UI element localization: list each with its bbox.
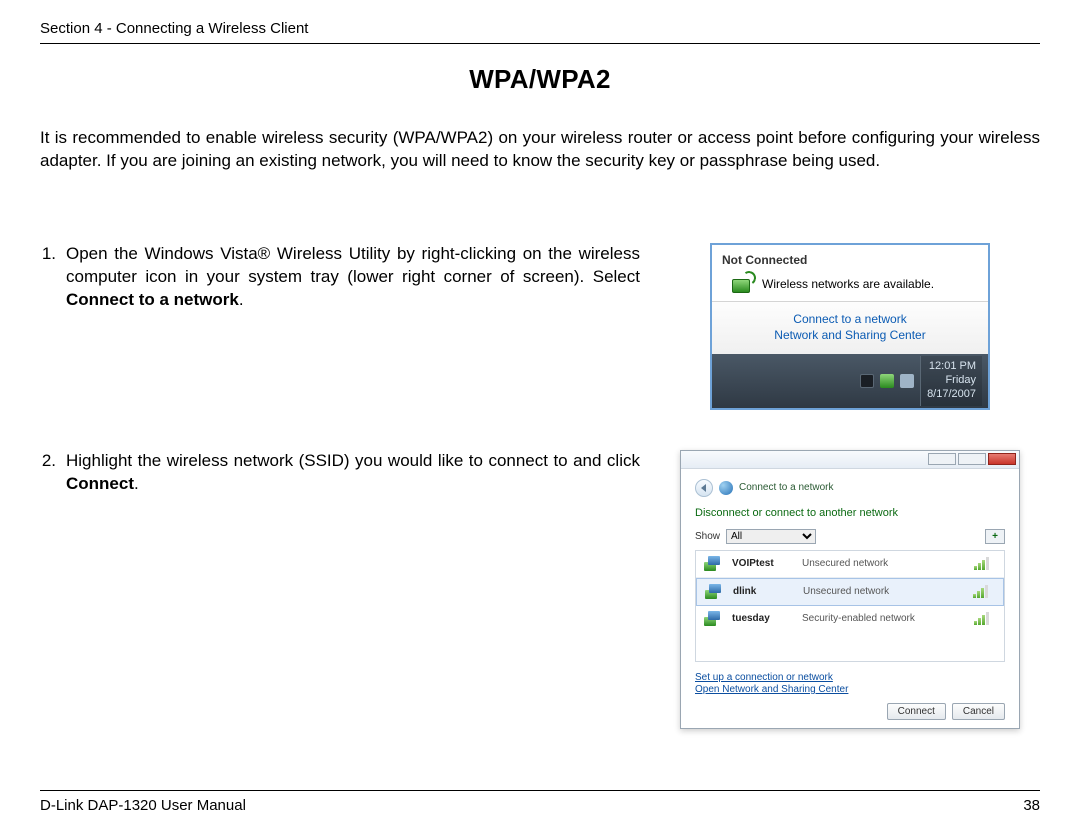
back-button[interactable] [695,479,713,497]
tray-sharing-link[interactable]: Network and Sharing Center [712,328,988,342]
open-sharing-link[interactable]: Open Network and Sharing Center [695,684,1005,695]
maximize-button[interactable] [958,453,986,465]
step-1-text: Open the Windows Vista® Wireless Utility… [66,243,640,410]
network-row[interactable]: dlink Unsecured network [696,578,1004,606]
connect-button[interactable]: Connect [887,703,946,720]
network-row[interactable]: tuesday Security-enabled network [696,606,1004,632]
network-name: VOIPtest [732,558,792,569]
tray-time: 12:01 PM [927,360,976,374]
footer-manual: D-Link DAP-1320 User Manual [40,797,246,814]
cancel-button[interactable]: Cancel [952,703,1005,720]
step-1-pre: Open the Windows Vista® Wireless Utility… [66,244,640,286]
tray-network-icon[interactable] [880,374,894,388]
show-dropdown[interactable]: All [726,529,816,544]
step-2-post: . [134,474,139,493]
network-name: tuesday [732,613,792,624]
tray-misc-icon [900,374,914,388]
network-security: Security-enabled network [802,613,964,624]
show-label: Show [695,531,720,542]
step-2-number: 2. [40,450,66,729]
network-security: Unsecured network [803,586,963,597]
minimize-button[interactable] [928,453,956,465]
tray-date: 8/17/2007 [927,388,976,402]
step-2-text: Highlight the wireless network (SSID) yo… [66,450,640,729]
tray-status: Not Connected [722,253,978,267]
page-title: WPA/WPA2 [40,64,1040,95]
section-header: Section 4 - Connecting a Wireless Client [40,20,1040,44]
step-1-number: 1. [40,243,66,410]
refresh-button[interactable]: + [985,529,1005,544]
network-icon [702,611,722,627]
network-name: dlink [733,586,793,597]
step-2-pre: Highlight the wireless network (SSID) yo… [66,451,640,470]
footer-page-number: 38 [1023,797,1040,814]
signal-icon [974,557,998,570]
intro-paragraph: It is recommended to enable wireless sec… [40,127,1040,173]
step-2-bold: Connect [66,474,134,493]
network-list: VOIPtest Unsecured network dlink Unsecur… [695,550,1005,662]
window-titlebar [681,451,1019,469]
tray-day: Friday [927,374,976,388]
connect-window-figure: Connect to a network Disconnect or conne… [680,450,1020,729]
step-2: 2. Highlight the wireless network (SSID)… [40,450,640,729]
step-1-post: . [239,290,244,309]
close-button[interactable] [988,453,1016,465]
tray-clock: 12:01 PM Friday 8/17/2007 [920,356,982,405]
signal-icon [974,612,998,625]
network-row[interactable]: VOIPtest Unsecured network [696,551,1004,578]
setup-connection-link[interactable]: Set up a connection or network [695,672,1005,683]
window-title: Connect to a network [739,482,834,493]
step-1-bold: Connect to a network [66,290,239,309]
step-1: 1. Open the Windows Vista® Wireless Util… [40,243,640,410]
signal-icon [973,585,997,598]
tray-connect-link[interactable]: Connect to a network [712,312,988,326]
window-subtitle: Disconnect or connect to another network [695,507,1005,519]
network-icon [702,556,722,572]
network-icon [703,584,723,600]
wireless-icon [726,273,754,295]
globe-icon [719,481,733,495]
network-security: Unsecured network [802,558,964,569]
tray-popup-figure: Not Connected Wireless networks are avai… [710,243,990,410]
tray-plug-icon [860,374,874,388]
tray-message: Wireless networks are available. [762,277,934,291]
